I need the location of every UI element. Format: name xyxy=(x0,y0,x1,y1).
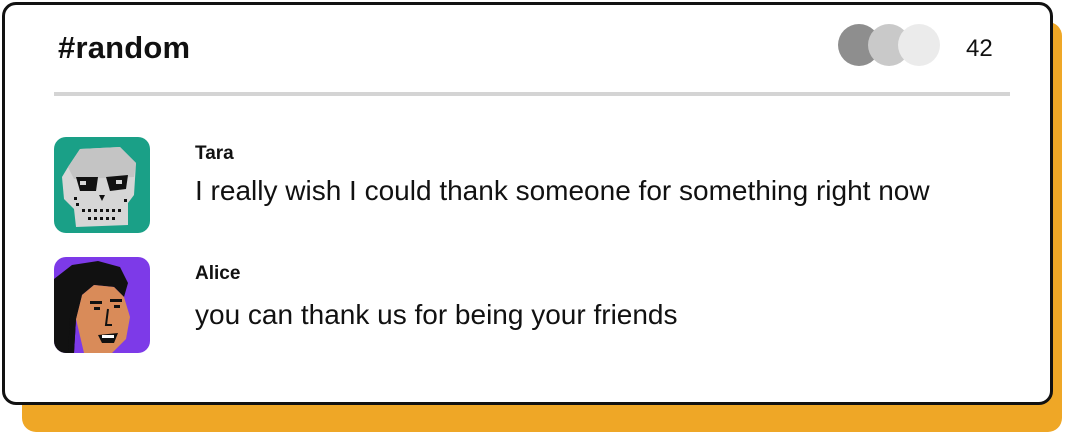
member-avatar xyxy=(898,24,940,66)
message-author[interactable]: Tara xyxy=(195,143,234,165)
skull-avatar-icon xyxy=(54,137,150,233)
avatar[interactable] xyxy=(54,257,150,353)
header-divider xyxy=(54,92,1010,96)
avatar[interactable] xyxy=(54,137,150,233)
message-text: you can thank us for being your friends xyxy=(195,299,678,330)
channel-title[interactable]: #random xyxy=(58,30,190,66)
message-author[interactable]: Alice xyxy=(195,263,240,285)
member-count[interactable]: 42 xyxy=(966,35,993,63)
woman-face-avatar-icon xyxy=(54,257,150,353)
message-text: I really wish I could thank someone for … xyxy=(195,175,930,206)
member-avatars[interactable] xyxy=(838,24,948,68)
